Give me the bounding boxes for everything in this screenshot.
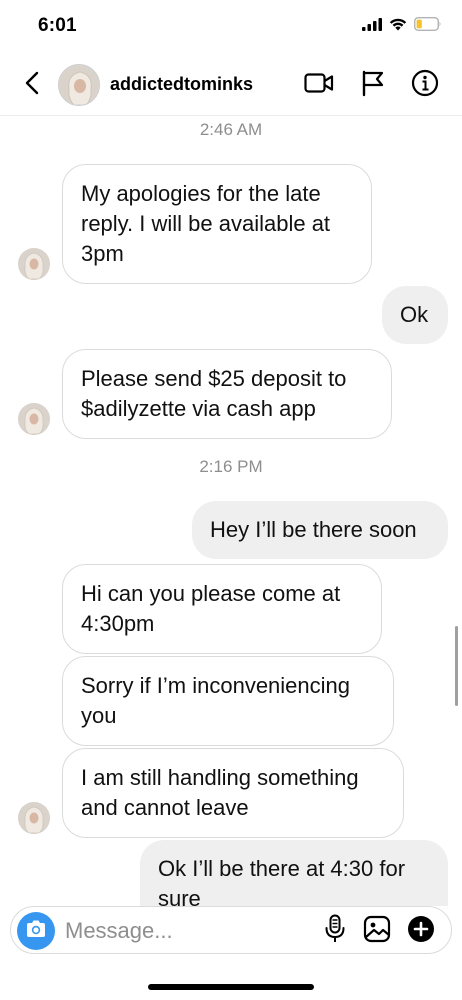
sender-avatar[interactable] [18,802,50,834]
incoming-message[interactable]: Sorry if I’m inconveniencing you [62,656,394,746]
chat-username[interactable]: addictedtominks [110,74,253,95]
chat-header: addictedtominks [0,52,462,116]
info-icon [411,69,439,102]
voice-message-button[interactable] [319,914,351,949]
camera-button[interactable] [17,912,55,950]
flag-icon [360,69,386,102]
gallery-button[interactable] [361,915,393,947]
report-button[interactable] [358,70,388,100]
microphone-icon [324,914,346,949]
incoming-message[interactable]: Please send $25 deposit to $adilyzette v… [62,349,392,439]
outgoing-message[interactable]: Ok I’ll be there at 4:30 for sure [140,840,448,906]
message-input[interactable] [65,917,305,945]
status-time: 6:01 [38,15,77,36]
info-button[interactable] [410,69,440,102]
gallery-icon [363,915,391,948]
wifi-icon [389,18,407,36]
sender-avatar[interactable] [18,403,50,435]
back-arrow-icon [25,71,39,100]
profile-avatar[interactable] [58,64,100,106]
timestamp: 2:16 PM [199,457,263,476]
outgoing-message[interactable]: Ok [382,286,448,344]
outgoing-message[interactable]: Hey I’ll be there soon [192,501,448,559]
timestamp: 2:46 AM [199,120,263,139]
camera-icon [25,919,47,944]
status-bar: 6:01 [0,0,462,52]
video-call-button[interactable] [304,70,334,100]
back-button[interactable] [18,70,46,100]
add-icon [407,915,435,948]
video-call-icon [304,71,334,100]
scrollbar[interactable] [455,626,458,706]
home-indicator[interactable] [148,984,314,990]
cellular-signal-icon [362,17,382,36]
incoming-message[interactable]: My apologies for the late reply. I will … [62,164,372,284]
sender-avatar[interactable] [18,248,50,280]
status-icons [362,16,442,36]
more-options-button[interactable] [405,915,437,947]
battery-icon [413,16,442,36]
message-thread[interactable]: 2:46 AM My apologies for the late reply.… [0,116,462,906]
message-composer [10,906,452,954]
incoming-message[interactable]: I am still handling something and cannot… [62,748,404,838]
incoming-message[interactable]: Hi can you please come at 4:30pm [62,564,382,654]
